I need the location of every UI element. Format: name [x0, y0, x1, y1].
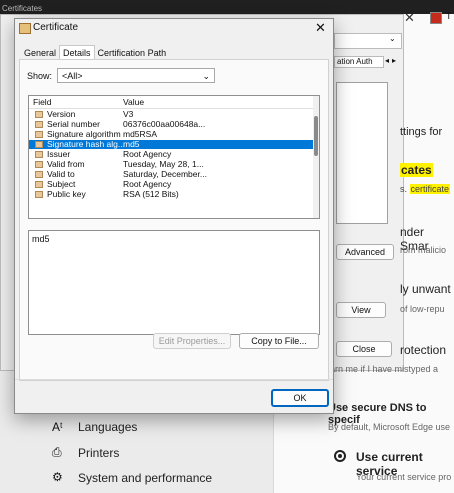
field-name: Version [47, 109, 76, 119]
list-item[interactable]: Public key RSA (512 Bits) [29, 190, 313, 199]
show-select[interactable]: <All> ⌄ [57, 68, 215, 83]
list-item[interactable]: Valid from Tuesday, May 28, 1... [29, 160, 313, 169]
field-icon [35, 171, 43, 178]
tab-scroll-right-icon[interactable]: ▸ [392, 56, 396, 65]
column-value[interactable]: Value [123, 96, 144, 108]
field-name: Subject [47, 179, 76, 189]
chevron-down-icon: ⌄ [389, 34, 396, 43]
show-select-value: <All> [62, 71, 83, 81]
field-icon [35, 151, 43, 158]
field-icon [35, 191, 43, 198]
field-value-text: md5 [32, 234, 50, 244]
field-value: V3 [123, 109, 134, 119]
list-item[interactable]: Subject Root Agency [29, 180, 313, 189]
typo-warning-text: arn me if I have mistyped a [330, 364, 439, 374]
radio-dot [338, 454, 342, 458]
left-window-title: Certificates [2, 4, 43, 13]
field-value: Tuesday, May 28, 1... [123, 159, 204, 169]
field-value: RSA (512 Bits) [123, 189, 179, 199]
cert-prefix: s. [400, 184, 408, 194]
list-item[interactable]: Signature algorithm md5RSA [29, 130, 313, 139]
field-value: Root Agency [123, 149, 172, 159]
certificate-dialog: Certificate ✕ General Details Certificatio… [14, 18, 334, 414]
certificate-icon [19, 23, 31, 34]
field-value: Root Agency [123, 179, 172, 189]
dialog-close-icon[interactable]: ✕ [315, 20, 326, 36]
field-icon [35, 161, 43, 168]
list-item-selected[interactable]: Signature hash alg... md5 [29, 140, 313, 149]
field-name: Signature algorithm [47, 129, 121, 139]
close-icon[interactable]: ✕ [404, 10, 415, 26]
edit-properties-button[interactable]: Edit Properties... [153, 333, 231, 349]
field-value: md5RSA [123, 129, 158, 139]
list-scrollbar[interactable] [313, 96, 319, 218]
advanced-button[interactable]: Advanced [336, 244, 394, 260]
column-field[interactable]: Field [33, 96, 51, 108]
dialog-title: Certificate [33, 22, 79, 33]
tab-general[interactable]: General [21, 46, 59, 60]
settings-heading: ttings for [400, 126, 443, 138]
field-name: Valid to [47, 169, 75, 179]
field-value-box[interactable]: md5 [28, 230, 320, 335]
dns-subtext: By default, Microsoft Edge use [328, 422, 451, 432]
field-name: Serial number [47, 119, 100, 129]
field-icon [35, 121, 43, 128]
tab-scroll-left-icon[interactable]: ◂ [385, 56, 389, 65]
manager-list[interactable] [336, 82, 388, 224]
ok-button[interactable]: OK [271, 389, 329, 407]
sidebar-item-printers[interactable]: Printers [78, 446, 119, 460]
unwanted-heading: ly unwant [400, 282, 451, 296]
fields-list[interactable]: Field Value Version V3 Serial number 06376… [28, 95, 320, 219]
certificate-highlight[interactable]: certificate [409, 184, 451, 194]
field-icon [35, 131, 43, 138]
field-icon [35, 141, 43, 148]
list-item[interactable]: Issuer Root Agency [29, 150, 313, 159]
title-bar [0, 0, 454, 14]
field-name: Valid from [47, 159, 85, 169]
field-name: Public key [47, 189, 86, 199]
copy-to-file-button[interactable]: Copy to File... [239, 333, 319, 349]
list-header: Field Value [29, 96, 313, 109]
unwanted-subtext: of low-repu [400, 304, 445, 314]
sidebar-item-system[interactable]: System and performance [78, 471, 212, 485]
tab-strip: General Details Certification Path [21, 45, 169, 60]
field-icon [35, 111, 43, 118]
list-item[interactable]: Version V3 [29, 110, 313, 119]
printer-icon: ⎙ [52, 445, 62, 459]
field-name: Signature hash alg... [47, 139, 125, 149]
footer-divider [15, 379, 333, 380]
list-item[interactable]: Serial number 06376c00aa00648a... [29, 120, 313, 129]
list-item[interactable]: Valid to Saturday, December... [29, 170, 313, 179]
app-icon [430, 12, 442, 24]
field-value: Saturday, December... [123, 169, 207, 179]
scrollbar-thumb[interactable] [314, 116, 318, 156]
current-service-subtext: Your current service pro [356, 472, 452, 482]
show-label: Show: [27, 71, 53, 81]
view-button[interactable]: View [336, 302, 386, 318]
close-button[interactable]: Close [336, 341, 392, 357]
field-value: 06376c00aa00648a... [123, 119, 206, 129]
field-icon [35, 181, 43, 188]
field-name: Issuer [47, 149, 71, 159]
system-icon: ⚙ [52, 470, 63, 484]
tab-label[interactable]: T [446, 11, 452, 21]
chevron-down-icon: ⌄ [202, 71, 210, 81]
highlighted-word: cates [400, 163, 433, 177]
tab-details[interactable]: Details [59, 45, 95, 60]
tab-certification-path[interactable]: Certification Path [95, 46, 170, 60]
smartscreen-subtext: rom malicio [400, 245, 447, 255]
field-value: md5 [123, 139, 140, 149]
protection-heading: rotection [400, 343, 447, 357]
languages-icon: Aᵗ [52, 420, 63, 434]
sidebar-item-languages[interactable]: Languages [78, 420, 137, 434]
tab-certification-authorities[interactable]: ation Auth [334, 56, 384, 68]
